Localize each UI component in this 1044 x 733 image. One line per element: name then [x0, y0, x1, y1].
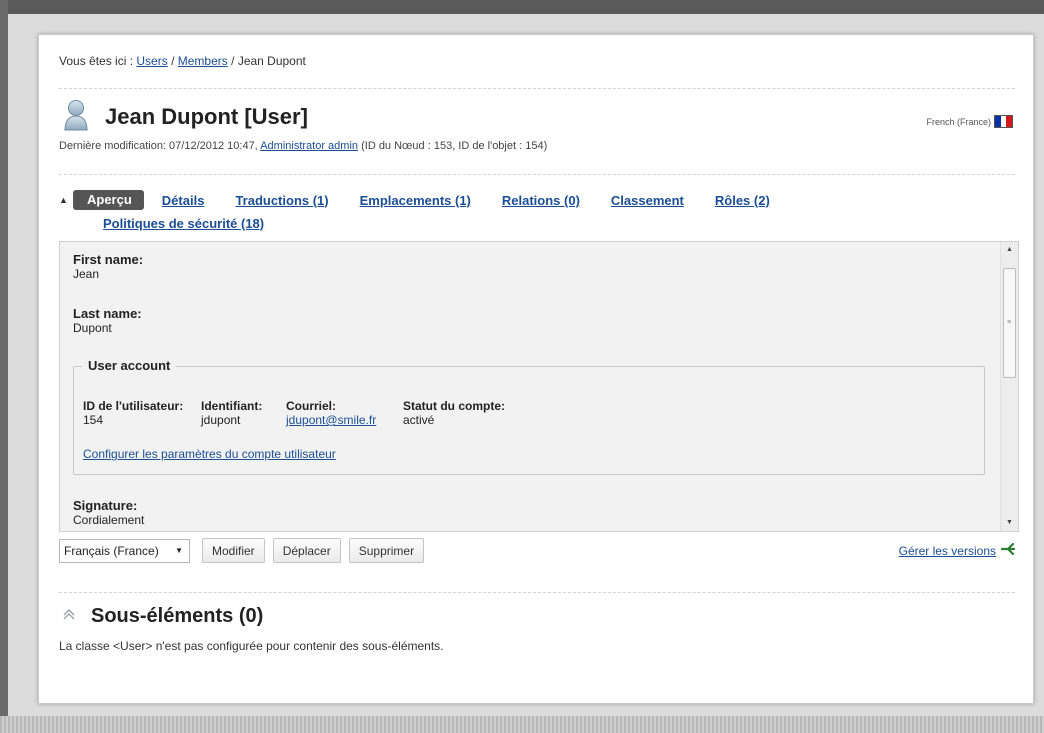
scroll-down-icon[interactable]: ▼: [1001, 515, 1018, 531]
scroll-up-icon[interactable]: ▲: [1001, 242, 1018, 258]
tab-classement[interactable]: Classement: [611, 193, 684, 208]
manage-versions-link[interactable]: Gérer les versions: [899, 544, 996, 558]
user-account-fieldset: User account ID de l'utilisateur: 154 Id…: [73, 358, 985, 475]
breadcrumb-prefix: Vous êtes ici :: [59, 54, 134, 68]
account-login-value: jdupont: [201, 413, 241, 427]
action-bar: Français (France) ▼ Modifier Déplacer Su…: [59, 538, 425, 563]
language-select-value: Français (France): [64, 543, 159, 558]
french-flag-icon: [994, 115, 1013, 128]
account-login-label: Identifiant:: [201, 399, 263, 413]
field-label: First name:: [73, 252, 144, 267]
account-email-link[interactable]: jdupont@smile.fr: [286, 413, 376, 427]
delete-button[interactable]: Supprimer: [348, 538, 425, 563]
window-left-border: [0, 0, 8, 733]
divider: [59, 592, 1015, 593]
divider: [59, 88, 1015, 89]
tab-apercu[interactable]: Aperçu: [73, 190, 144, 210]
divider: [59, 174, 1015, 175]
dropdown-arrow-icon: ▼: [175, 546, 183, 555]
field-signature: Signature: Cordialement: [73, 498, 144, 527]
page-header: Jean Dupont [User]: [63, 99, 308, 136]
language-select[interactable]: Français (France) ▼: [59, 538, 190, 563]
fieldset-legend: User account: [82, 358, 177, 373]
tab-relations[interactable]: Relations (0): [502, 193, 580, 208]
breadcrumb: Vous êtes ici : Users / Members / Jean D…: [59, 54, 306, 68]
account-email-label: Courriel:: [286, 399, 337, 413]
modify-button[interactable]: Modifier: [202, 538, 265, 563]
page-title: Jean Dupont [User]: [105, 104, 308, 129]
account-email: Courriel: jdupont@smile.fr: [286, 399, 376, 427]
account-status-value: activé: [403, 413, 435, 427]
manage-versions: Gérer les versions: [899, 542, 1016, 559]
modification-info: Dernière modification: 07/12/2012 10:47,…: [59, 140, 547, 152]
breadcrumb-current: Jean Dupont: [237, 54, 306, 68]
field-first-name: First name: Jean: [73, 252, 143, 281]
language-label: French (France): [926, 116, 991, 127]
breadcrumb-separator: /: [171, 54, 175, 68]
user-icon: [63, 99, 89, 136]
move-button[interactable]: Déplacer: [272, 538, 341, 563]
field-label: Signature:: [73, 498, 138, 513]
breadcrumb-members-link[interactable]: Members: [178, 54, 228, 68]
tab-emplacements[interactable]: Emplacements (1): [360, 193, 471, 208]
collapse-up-icon[interactable]: [61, 606, 77, 627]
main-panel: Vous êtes ici : Users / Members / Jean D…: [38, 34, 1034, 704]
vertical-scrollbar[interactable]: ▲ ≡ ▼: [1000, 242, 1018, 531]
language-indicator: French (France): [926, 115, 1013, 128]
account-id-label: ID de l'utilisateur:: [83, 399, 184, 413]
collapse-triangle-icon[interactable]: ▲: [59, 195, 73, 205]
window-top-border: [0, 0, 1044, 14]
breadcrumb-separator: /: [231, 54, 235, 68]
account-id-value: 154: [83, 413, 104, 427]
breadcrumb-users-link[interactable]: Users: [136, 54, 167, 68]
window-bottom-border: [0, 716, 1044, 733]
meta-prefix: Dernière modification: 07/12/2012 10:47,: [59, 140, 258, 152]
account-login: Identifiant: jdupont: [201, 399, 262, 427]
field-value: Jean: [73, 267, 100, 281]
meta-suffix: (ID du Nœud : 153, ID de l'objet : 154): [361, 140, 548, 152]
field-value: Dupont: [73, 321, 112, 335]
author-link[interactable]: Administrator admin: [260, 140, 358, 152]
field-value: Cordialement: [73, 513, 145, 527]
account-id: ID de l'utilisateur: 154: [83, 399, 183, 427]
account-status: Statut du compte: activé: [403, 399, 505, 427]
tab-traductions[interactable]: Traductions (1): [235, 193, 328, 208]
tab-details[interactable]: Détails: [162, 193, 205, 208]
field-label: Last name:: [73, 306, 142, 321]
tab-roles[interactable]: Rôles (2): [715, 193, 770, 208]
account-status-label: Statut du compte:: [403, 399, 505, 413]
tab-bar: ▲ Aperçu Détails Traductions (1) Emplace…: [59, 189, 1009, 234]
configure-account-link[interactable]: Configurer les paramètres du compte util…: [83, 447, 336, 461]
versions-branch-icon[interactable]: [1000, 542, 1016, 559]
subitems-title: Sous-éléments (0): [91, 605, 264, 627]
subitems-header: Sous-éléments (0): [61, 605, 263, 628]
preview-content[interactable]: First name: Jean Last name: Dupont User …: [59, 241, 1019, 532]
field-last-name: Last name: Dupont: [73, 306, 142, 335]
tab-politiques-securite[interactable]: Politiques de sécurité (18): [103, 216, 264, 231]
scrollbar-thumb[interactable]: ≡: [1003, 268, 1016, 378]
grip-icon: ≡: [1007, 319, 1012, 326]
subitems-description: La classe <User> n'est pas configurée po…: [59, 639, 444, 653]
